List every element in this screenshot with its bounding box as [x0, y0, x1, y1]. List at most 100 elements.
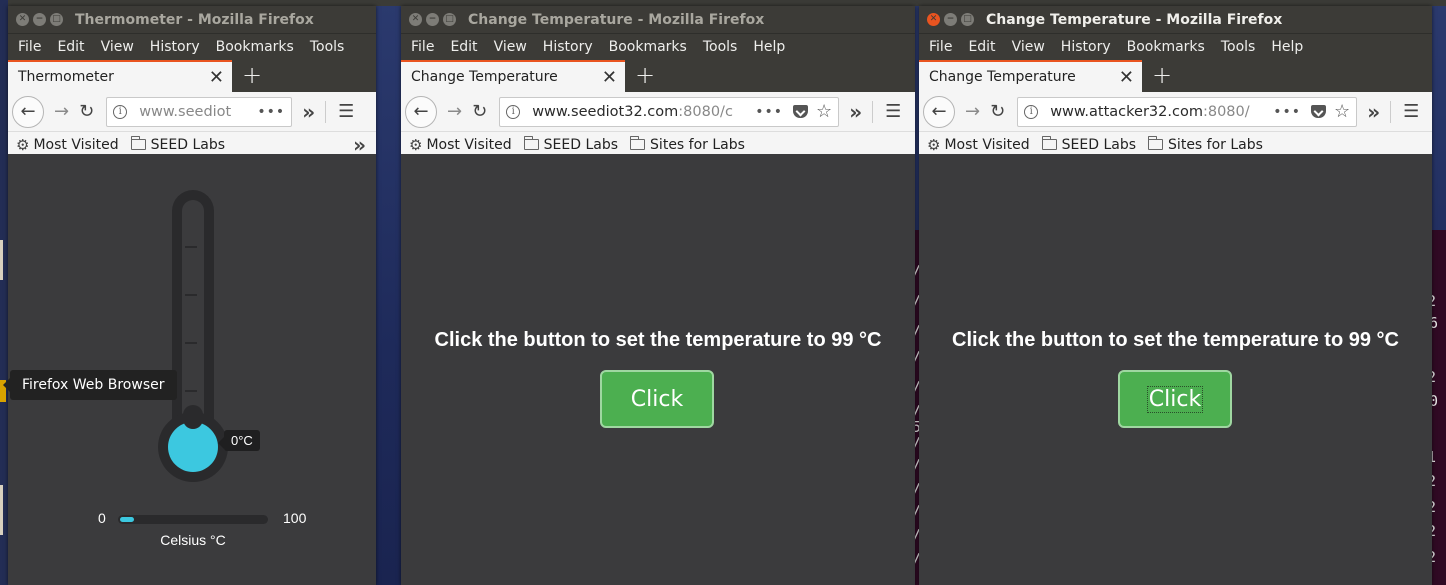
bookmark-most-visited[interactable]: ⚙ Most Visited [16, 136, 119, 154]
url-bar[interactable]: i www.attacker32.com:8080/ ••• ☆ [1017, 96, 1358, 127]
bookmark-sites-for-labs[interactable]: Sites for Labs [630, 136, 745, 153]
toolbar-separator [872, 100, 874, 123]
bookmark-label: Most Visited [33, 136, 119, 153]
url-bar[interactable]: i www.seediot ••• [106, 96, 293, 127]
gear-icon: ⚙ [927, 135, 941, 154]
launcher-indicator [0, 485, 3, 535]
menu-bar: File Edit View History Bookmarks Tools [8, 34, 376, 60]
more-dots-icon[interactable]: ••• [755, 104, 783, 120]
window-title: Thermometer - Mozilla Firefox [75, 11, 314, 28]
close-icon[interactable]: ✕ [1119, 67, 1134, 88]
menu-file[interactable]: File [921, 39, 960, 55]
bookmark-star-icon[interactable]: ☆ [1334, 101, 1350, 122]
folder-icon [630, 136, 646, 150]
minimize-window-icon[interactable]: − [426, 13, 439, 26]
menu-edit[interactable]: Edit [960, 39, 1003, 55]
tab-thermometer[interactable]: Thermometer ✕ [8, 60, 232, 92]
back-arrow-icon[interactable]: ← [405, 95, 437, 128]
forward-arrow-icon[interactable]: → [447, 101, 462, 122]
toolbar-separator [1390, 100, 1392, 123]
bookmark-seed-labs[interactable]: SEED Labs [130, 136, 226, 153]
bookmark-most-visited[interactable]: ⚙ Most Visited [409, 136, 512, 154]
hamburger-menu-icon[interactable]: ☰ [885, 101, 901, 122]
set-temperature-button[interactable]: Click [600, 370, 714, 428]
bookmark-label: Most Visited [426, 136, 512, 153]
forward-arrow-icon[interactable]: → [965, 101, 980, 122]
plus-icon[interactable]: + [242, 60, 262, 92]
more-dots-icon[interactable]: ••• [1273, 104, 1301, 120]
firefox-window-thermometer: ✕ − □ Thermometer - Mozilla Firefox File… [8, 6, 376, 585]
menu-file[interactable]: File [10, 39, 49, 55]
overflow-chevron-icon[interactable]: » [302, 100, 315, 124]
overflow-chevron-icon[interactable]: » [849, 100, 862, 124]
menu-edit[interactable]: Edit [442, 39, 485, 55]
info-icon[interactable]: i [506, 104, 521, 119]
tab-change-temperature[interactable]: Change Temperature ✕ [919, 60, 1142, 92]
url-text: www.seediot [139, 103, 232, 120]
maximize-window-icon[interactable]: □ [50, 13, 63, 26]
menu-view[interactable]: View [93, 39, 142, 55]
minimize-window-icon[interactable]: − [33, 13, 46, 26]
reload-icon[interactable]: ↻ [79, 101, 94, 122]
gear-icon: ⚙ [16, 135, 30, 154]
bookmark-seed-labs[interactable]: SEED Labs [523, 136, 618, 153]
menu-bar: File Edit View History Bookmarks Tools H… [401, 34, 915, 60]
bookmark-label: Sites for Labs [1168, 136, 1263, 153]
button-label: Click [630, 386, 684, 412]
menu-file[interactable]: File [403, 39, 442, 55]
info-icon[interactable]: i [113, 104, 128, 119]
menu-view[interactable]: View [486, 39, 535, 55]
overflow-chevron-icon[interactable]: » [1367, 100, 1380, 124]
plus-icon[interactable]: + [1152, 60, 1172, 92]
plus-icon[interactable]: + [635, 60, 655, 92]
menu-bookmarks[interactable]: Bookmarks [601, 39, 695, 55]
bookmark-label: SEED Labs [150, 136, 226, 153]
menu-edit[interactable]: Edit [49, 39, 92, 55]
thermometer-bulb-neck [183, 405, 203, 429]
reload-icon[interactable]: ↻ [472, 101, 487, 122]
pocket-icon[interactable] [1311, 105, 1327, 118]
info-icon[interactable]: i [1024, 104, 1039, 119]
minimize-window-icon[interactable]: − [944, 13, 957, 26]
close-icon[interactable]: ✕ [209, 67, 224, 88]
bookmark-sites-for-labs[interactable]: Sites for Labs [1148, 136, 1263, 153]
menu-tools[interactable]: Tools [695, 39, 746, 55]
menu-history[interactable]: History [142, 39, 208, 55]
close-window-icon[interactable]: ✕ [16, 13, 29, 26]
navigation-toolbar: ← → ↻ i www.seediot32.com:8080/c ••• ☆ »… [401, 92, 915, 132]
back-arrow-icon[interactable]: ← [12, 95, 44, 128]
tab-change-temperature[interactable]: Change Temperature ✕ [401, 60, 625, 92]
close-icon[interactable]: ✕ [602, 67, 617, 88]
maximize-window-icon[interactable]: □ [443, 13, 456, 26]
thermometer-tick [185, 342, 197, 344]
set-temperature-button[interactable]: Click [1118, 370, 1232, 428]
launcher-indicator [0, 240, 3, 280]
menu-history[interactable]: History [535, 39, 601, 55]
bookmark-most-visited[interactable]: ⚙ Most Visited [927, 136, 1030, 154]
url-bar[interactable]: i www.seediot32.com:8080/c ••• ☆ [499, 96, 840, 127]
overflow-chevron-icon[interactable]: » [353, 133, 366, 157]
more-dots-icon[interactable]: ••• [257, 104, 285, 120]
slider-max-label: 100 [283, 510, 307, 526]
menu-bookmarks[interactable]: Bookmarks [208, 39, 302, 55]
forward-arrow-icon[interactable]: → [54, 101, 69, 122]
reload-icon[interactable]: ↻ [990, 101, 1005, 122]
menu-help[interactable]: Help [745, 39, 793, 55]
bookmark-star-icon[interactable]: ☆ [816, 101, 832, 122]
menu-history[interactable]: History [1053, 39, 1119, 55]
hamburger-menu-icon[interactable]: ☰ [1403, 101, 1419, 122]
menu-bookmarks[interactable]: Bookmarks [1119, 39, 1213, 55]
menu-tools[interactable]: Tools [302, 39, 353, 55]
close-window-icon[interactable]: ✕ [927, 13, 940, 26]
maximize-window-icon[interactable]: □ [961, 13, 974, 26]
bookmark-seed-labs[interactable]: SEED Labs [1041, 136, 1136, 153]
back-arrow-icon[interactable]: ← [923, 95, 955, 128]
menu-help[interactable]: Help [1263, 39, 1311, 55]
menu-tools[interactable]: Tools [1213, 39, 1264, 55]
menu-view[interactable]: View [1004, 39, 1053, 55]
hamburger-menu-icon[interactable]: ☰ [338, 101, 354, 122]
tab-title: Change Temperature [929, 69, 1076, 85]
prompt-text: Click the button to set the temperature … [434, 329, 882, 351]
pocket-icon[interactable] [793, 105, 809, 118]
close-window-icon[interactable]: ✕ [409, 13, 422, 26]
